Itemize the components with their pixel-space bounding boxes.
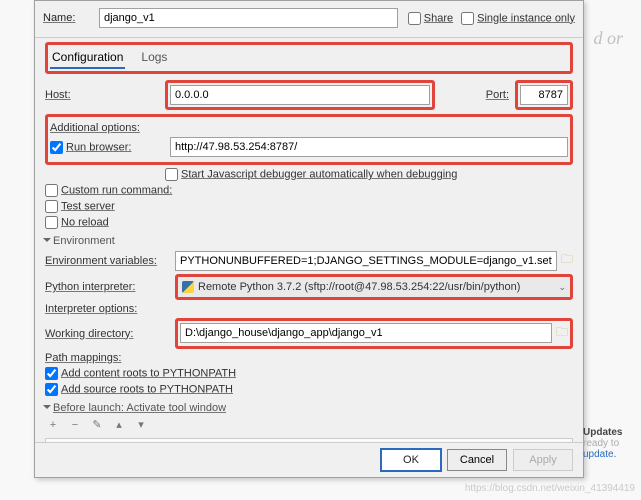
- dialog-footer: OK Cancel Apply: [35, 442, 583, 477]
- path-mappings-label: Path mappings:: [45, 352, 175, 364]
- before-launch-toolbar: + − ✎ ▴ ▾: [45, 418, 573, 434]
- chevron-down-icon[interactable]: ⌄: [558, 282, 566, 293]
- port-label: Port:: [486, 89, 509, 101]
- environment-section-title[interactable]: Environment: [45, 235, 573, 247]
- js-debugger-label[interactable]: Start Javascript debugger automatically …: [165, 168, 457, 181]
- add-content-roots-label[interactable]: Add content roots to PYTHONPATH: [45, 367, 236, 380]
- no-reload-checkbox[interactable]: [45, 216, 58, 229]
- working-dir-input[interactable]: [180, 323, 552, 343]
- edit-task-button[interactable]: ✎: [89, 418, 105, 434]
- apply-button[interactable]: Apply: [513, 449, 573, 471]
- test-server-label[interactable]: Test server: [45, 200, 115, 213]
- name-label: Name:: [43, 12, 99, 24]
- add-task-button[interactable]: +: [45, 418, 61, 434]
- port-input[interactable]: [520, 85, 568, 105]
- custom-run-checkbox[interactable]: [45, 184, 58, 197]
- folder-icon[interactable]: 🗀: [556, 323, 568, 344]
- watermark: https://blog.csdn.net/weixin_41394419: [465, 483, 635, 494]
- dialog-header: Name: Share Single instance only: [35, 1, 583, 38]
- share-checkbox[interactable]: [408, 12, 421, 25]
- update-link[interactable]: update.: [583, 449, 616, 460]
- interpreter-label: Python interpreter:: [45, 281, 175, 293]
- interpreter-options-label: Interpreter options:: [45, 303, 175, 315]
- ok-button[interactable]: OK: [381, 449, 441, 471]
- before-launch-title[interactable]: Before launch: Activate tool window: [45, 402, 573, 414]
- add-content-roots-checkbox[interactable]: [45, 367, 58, 380]
- host-input[interactable]: [170, 85, 430, 105]
- add-source-roots-label[interactable]: Add source roots to PYTHONPATH: [45, 383, 233, 396]
- env-vars-input[interactable]: [175, 251, 557, 271]
- test-server-checkbox[interactable]: [45, 200, 58, 213]
- interpreter-select[interactable]: Remote Python 3.7.2 (sftp://root@47.98.5…: [198, 281, 558, 293]
- name-input[interactable]: [99, 8, 398, 28]
- remove-task-button[interactable]: −: [67, 418, 83, 434]
- updates-panel: Updates ready to update.: [583, 427, 635, 460]
- python-icon: [182, 281, 194, 293]
- add-source-roots-checkbox[interactable]: [45, 383, 58, 396]
- working-dir-label: Working directory:: [45, 328, 175, 340]
- js-debugger-checkbox[interactable]: [165, 168, 178, 181]
- single-instance-checkbox[interactable]: [461, 12, 474, 25]
- run-browser-input[interactable]: [170, 137, 568, 157]
- additional-options-label: Additional options:: [50, 122, 170, 134]
- run-config-dialog: Name: Share Single instance only Configu…: [34, 0, 584, 478]
- chevron-down-icon: [43, 238, 51, 242]
- share-checkbox-label[interactable]: Share: [408, 12, 453, 25]
- host-label: Host:: [45, 89, 165, 101]
- browse-icon[interactable]: 🗀: [561, 250, 573, 271]
- tab-bar: Configuration Logs: [45, 42, 573, 74]
- env-vars-label: Environment variables:: [45, 255, 175, 267]
- cancel-button[interactable]: Cancel: [447, 449, 507, 471]
- tab-logs[interactable]: Logs: [139, 47, 169, 69]
- no-reload-label[interactable]: No reload: [45, 216, 109, 229]
- single-instance-label[interactable]: Single instance only: [461, 12, 575, 25]
- dialog-content: Configuration Logs Host: Port: Additiona…: [35, 38, 583, 462]
- custom-run-label[interactable]: Custom run command:: [45, 184, 185, 197]
- run-browser-checkbox[interactable]: [50, 141, 63, 154]
- run-browser-label[interactable]: Run browser:: [50, 141, 170, 154]
- background-text: d or: [593, 28, 623, 49]
- move-down-button[interactable]: ▾: [133, 418, 149, 434]
- move-up-button[interactable]: ▴: [111, 418, 127, 434]
- tab-configuration[interactable]: Configuration: [50, 47, 125, 69]
- chevron-down-icon: [43, 405, 51, 409]
